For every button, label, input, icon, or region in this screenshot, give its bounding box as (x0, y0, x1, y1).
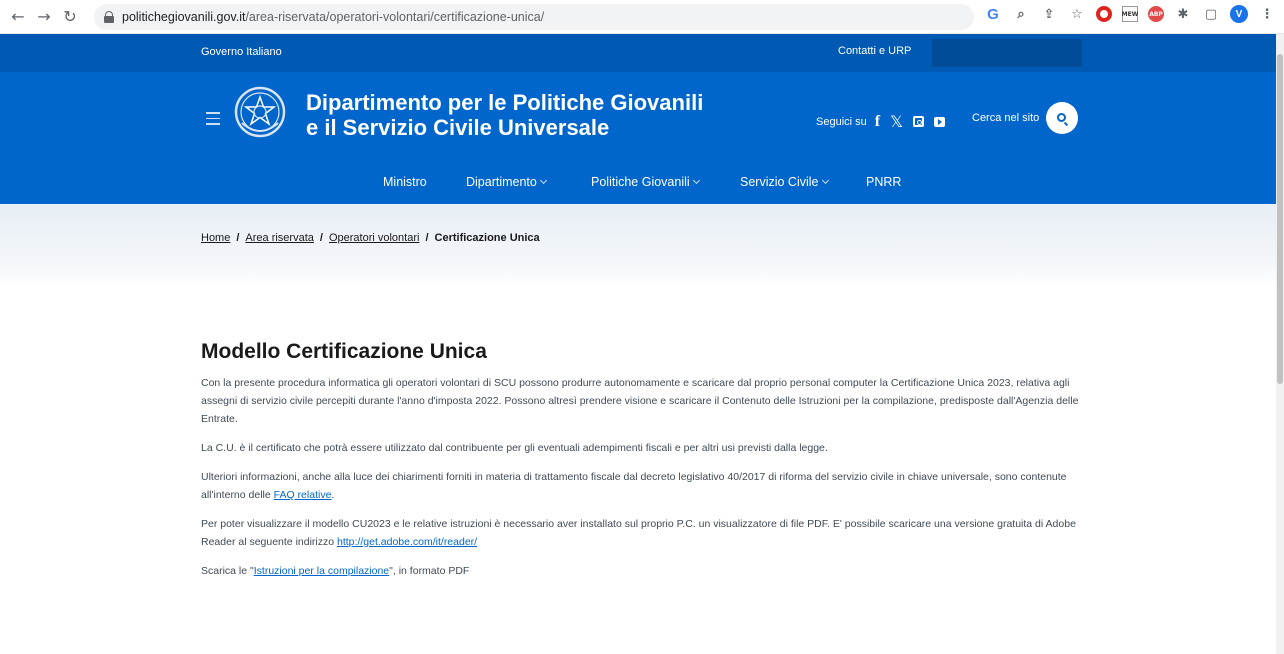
extensions-puzzle-icon[interactable]: ✱ (1174, 5, 1192, 23)
lock-icon[interactable] (104, 11, 114, 23)
breadcrumb: Home / Area riservata / Operatori volont… (201, 232, 540, 244)
facebook-icon[interactable]: f (875, 113, 880, 131)
share-icon[interactable]: ⇪ (1040, 5, 1058, 23)
faq-link[interactable]: FAQ relative (274, 489, 332, 501)
opera-extension-icon[interactable] (1096, 6, 1112, 22)
breadcrumb-home[interactable]: Home (201, 232, 230, 244)
hamburger-menu-icon[interactable] (206, 112, 220, 125)
scrollbar-thumb[interactable] (1277, 54, 1283, 384)
nav-item-ministro[interactable]: Ministro (383, 175, 427, 189)
zoom-icon[interactable]: ⌕ (1012, 5, 1030, 23)
google-icon[interactable]: G (984, 5, 1002, 23)
mew-extension-icon[interactable]: MEW (1122, 6, 1138, 22)
center-header: Dipartimento per le Politiche Giovanili … (0, 72, 1276, 168)
nav-item-servizio-civile[interactable]: Servizio Civile (740, 175, 829, 189)
search-button[interactable] (1046, 102, 1078, 134)
search-label: Cerca nel sito (972, 112, 1040, 124)
page-scrollbar[interactable] (1276, 34, 1284, 654)
article-body: Con la presente procedura informatica gl… (201, 374, 1081, 591)
follow-label: Seguici su (816, 115, 867, 128)
back-arrow-icon[interactable]: ← (6, 5, 30, 29)
breadcrumb-current: Certificazione Unica (434, 232, 540, 244)
paragraph-intro: Con la presente procedura informatica gl… (201, 377, 1079, 425)
chevron-down-icon (821, 176, 829, 185)
url-path: /area-riservata/operatori-volontari/cert… (245, 10, 545, 24)
more-menu-icon[interactable]: ⋮ (1258, 5, 1276, 23)
chevron-down-icon (692, 176, 700, 185)
breadcrumb-area-riservata[interactable]: Area riservata (245, 232, 313, 244)
breadcrumb-operatori-volontari[interactable]: Operatori volontari (329, 232, 420, 244)
chevron-down-icon (539, 176, 547, 185)
instagram-icon[interactable] (912, 116, 924, 127)
forward-arrow-icon[interactable]: → (32, 5, 56, 29)
profile-avatar[interactable]: V (1230, 5, 1248, 23)
address-bar[interactable]: politichegiovanili.gov.it/area-riservata… (94, 4, 974, 30)
paragraph-cu-definition: La C.U. è il certificato che potrà esser… (201, 442, 828, 454)
republic-emblem-icon[interactable] (234, 85, 286, 139)
nav-item-pnrr[interactable]: PNRR (866, 175, 901, 189)
browser-toolbar: ← → ↻ politichegiovanili.gov.it/area-ris… (0, 0, 1284, 34)
nav-item-dipartimento[interactable]: Dipartimento (466, 175, 547, 189)
site-title-line-2: e il Servizio Civile Universale (306, 115, 610, 140)
paragraph-faq: Ulteriori informazioni, anche alla luce … (201, 471, 1067, 501)
page-title: Modello Certificazione Unica (201, 340, 487, 363)
paragraph-download: Scarica le "Istruzioni per la compilazio… (201, 565, 470, 577)
nav-item-politiche-giovanili[interactable]: Politiche Giovanili (591, 175, 700, 189)
government-link[interactable]: Governo Italiano (201, 46, 282, 58)
site-title[interactable]: Dipartimento per le Politiche Giovanili … (306, 90, 703, 140)
instructions-link[interactable]: Istruzioni per la compilazione (254, 565, 389, 577)
adobe-reader-link[interactable]: http://get.adobe.com/it/reader/ (337, 536, 477, 548)
search-icon (1056, 112, 1066, 122)
contacts-link[interactable]: Contatti e URP (838, 45, 911, 57)
url-domain: politichegiovanili.gov.it (122, 10, 246, 24)
side-panel-icon[interactable]: ▢ (1202, 5, 1220, 23)
social-links: Seguici su f 𝕏 (816, 112, 955, 131)
main-navigation: Ministro Dipartimento Politiche Giovanil… (0, 168, 1276, 204)
reload-icon[interactable]: ↻ (58, 5, 82, 29)
x-twitter-icon[interactable]: 𝕏 (890, 112, 903, 131)
breadcrumb-area: Home / Area riservata / Operatori volont… (0, 204, 1276, 288)
adblock-extension-icon[interactable]: ABP (1148, 6, 1164, 22)
login-area[interactable] (932, 39, 1082, 67)
site-title-line-1: Dipartimento per le Politiche Giovanili (306, 90, 704, 115)
paragraph-pdf-reader: Per poter visualizzare il modello CU2023… (201, 518, 1076, 548)
slim-header: Governo Italiano Contatti e URP (0, 34, 1276, 72)
bookmark-star-icon[interactable]: ☆ (1068, 5, 1086, 23)
youtube-icon[interactable] (933, 116, 945, 127)
